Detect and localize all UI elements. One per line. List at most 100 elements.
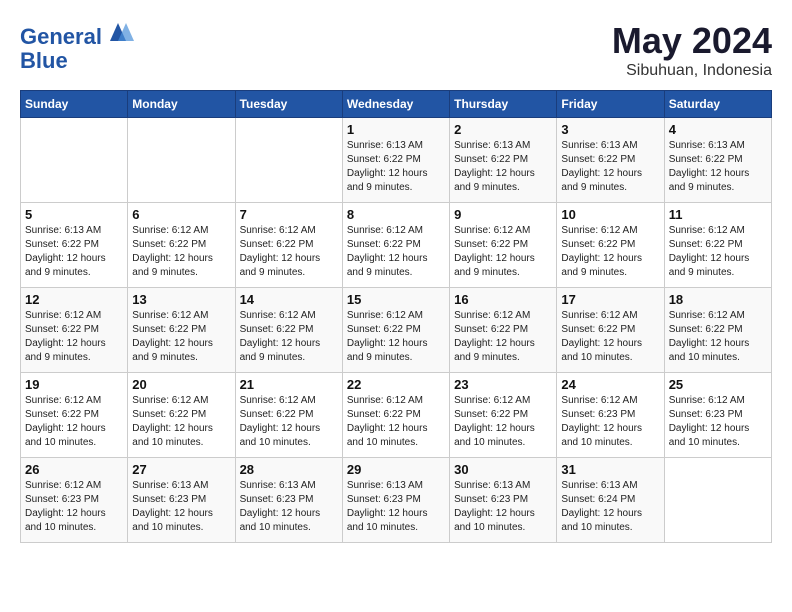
day-number: 13: [132, 292, 230, 307]
day-number: 3: [561, 122, 659, 137]
calendar-cell: 3 Sunrise: 6:13 AM Sunset: 6:22 PM Daylig…: [557, 118, 664, 203]
calendar-cell: 11 Sunrise: 6:12 AM Sunset: 6:22 PM Dayli…: [664, 203, 771, 288]
calendar-week-4: 19 Sunrise: 6:12 AM Sunset: 6:22 PM Dayli…: [21, 373, 772, 458]
day-number: 14: [240, 292, 338, 307]
day-number: 18: [669, 292, 767, 307]
day-info: Sunrise: 6:13 AM Sunset: 6:22 PM Dayligh…: [25, 224, 123, 280]
header-day-sunday: Sunday: [21, 91, 128, 118]
logo-text: General: [20, 20, 134, 49]
day-info: Sunrise: 6:12 AM Sunset: 6:22 PM Dayligh…: [454, 224, 552, 280]
calendar-cell: 27 Sunrise: 6:13 AM Sunset: 6:23 PM Dayli…: [128, 458, 235, 543]
day-number: 16: [454, 292, 552, 307]
day-info: Sunrise: 6:13 AM Sunset: 6:22 PM Dayligh…: [454, 139, 552, 195]
calendar-week-1: 1Sunrise: 6:13 AM Sunset: 6:22 PM Daylig…: [21, 118, 772, 203]
calendar-cell: 12 Sunrise: 6:12 AM Sunset: 6:22 PM Dayli…: [21, 288, 128, 373]
day-number: 21: [240, 377, 338, 392]
calendar-header-row: SundayMondayTuesdayWednesdayThursdayFrid…: [21, 91, 772, 118]
calendar-table: SundayMondayTuesdayWednesdayThursdayFrid…: [20, 90, 772, 543]
day-info: Sunrise: 6:12 AM Sunset: 6:22 PM Dayligh…: [240, 224, 338, 280]
header-day-tuesday: Tuesday: [235, 91, 342, 118]
day-number: 31: [561, 462, 659, 477]
calendar-cell: 26 Sunrise: 6:12 AM Sunset: 6:23 PM Dayli…: [21, 458, 128, 543]
day-number: 29: [347, 462, 445, 477]
day-info: Sunrise: 6:13 AM Sunset: 6:24 PM Dayligh…: [561, 479, 659, 535]
calendar-cell: 6Sunrise: 6:12 AM Sunset: 6:22 PM Daylig…: [128, 203, 235, 288]
calendar-cell: 23Sunrise: 6:12 AM Sunset: 6:22 PM Dayli…: [450, 373, 557, 458]
calendar-cell: [664, 458, 771, 543]
day-info: Sunrise: 6:12 AM Sunset: 6:22 PM Dayligh…: [454, 309, 552, 365]
day-info: Sunrise: 6:12 AM Sunset: 6:22 PM Dayligh…: [240, 309, 338, 365]
day-info: Sunrise: 6:12 AM Sunset: 6:22 PM Dayligh…: [347, 224, 445, 280]
calendar-subtitle: Sibuhuan, Indonesia: [612, 62, 772, 80]
day-info: Sunrise: 6:12 AM Sunset: 6:22 PM Dayligh…: [132, 224, 230, 280]
calendar-cell: 15Sunrise: 6:12 AM Sunset: 6:22 PM Dayli…: [342, 288, 449, 373]
day-info: Sunrise: 6:12 AM Sunset: 6:22 PM Dayligh…: [240, 394, 338, 450]
calendar-cell: [21, 118, 128, 203]
calendar-cell: 31 Sunrise: 6:13 AM Sunset: 6:24 PM Dayli…: [557, 458, 664, 543]
calendar-cell: 16 Sunrise: 6:12 AM Sunset: 6:22 PM Dayli…: [450, 288, 557, 373]
day-info: Sunrise: 6:13 AM Sunset: 6:22 PM Dayligh…: [561, 139, 659, 195]
day-number: 20: [132, 377, 230, 392]
logo-icon: [110, 20, 134, 44]
calendar-cell: 8 Sunrise: 6:12 AM Sunset: 6:22 PM Daylig…: [342, 203, 449, 288]
day-info: Sunrise: 6:12 AM Sunset: 6:22 PM Dayligh…: [669, 224, 767, 280]
header-day-wednesday: Wednesday: [342, 91, 449, 118]
calendar-cell: 5 Sunrise: 6:13 AM Sunset: 6:22 PM Daylig…: [21, 203, 128, 288]
day-info: Sunrise: 6:12 AM Sunset: 6:22 PM Dayligh…: [347, 394, 445, 450]
day-number: 19: [25, 377, 123, 392]
day-number: 25: [669, 377, 767, 392]
day-number: 26: [25, 462, 123, 477]
day-number: 7: [240, 207, 338, 222]
day-info: Sunrise: 6:12 AM Sunset: 6:22 PM Dayligh…: [347, 309, 445, 365]
day-number: 9: [454, 207, 552, 222]
calendar-cell: 20 Sunrise: 6:12 AM Sunset: 6:22 PM Dayli…: [128, 373, 235, 458]
calendar-week-5: 26 Sunrise: 6:12 AM Sunset: 6:23 PM Dayli…: [21, 458, 772, 543]
day-number: 8: [347, 207, 445, 222]
day-number: 30: [454, 462, 552, 477]
day-number: 2: [454, 122, 552, 137]
calendar-title: May 2024: [612, 20, 772, 62]
day-number: 5: [25, 207, 123, 222]
calendar-cell: 2 Sunrise: 6:13 AM Sunset: 6:22 PM Daylig…: [450, 118, 557, 203]
header-day-friday: Friday: [557, 91, 664, 118]
calendar-cell: 19 Sunrise: 6:12 AM Sunset: 6:22 PM Dayli…: [21, 373, 128, 458]
day-number: 28: [240, 462, 338, 477]
day-number: 17: [561, 292, 659, 307]
day-info: Sunrise: 6:12 AM Sunset: 6:22 PM Dayligh…: [132, 309, 230, 365]
calendar-week-3: 12 Sunrise: 6:12 AM Sunset: 6:22 PM Dayli…: [21, 288, 772, 373]
day-info: Sunrise: 6:12 AM Sunset: 6:22 PM Dayligh…: [132, 394, 230, 450]
calendar-cell: [128, 118, 235, 203]
page-header: General Blue May 2024 Sibuhuan, Indonesi…: [20, 20, 772, 80]
day-info: Sunrise: 6:13 AM Sunset: 6:23 PM Dayligh…: [347, 479, 445, 535]
calendar-cell: 10Sunrise: 6:12 AM Sunset: 6:22 PM Dayli…: [557, 203, 664, 288]
day-info: Sunrise: 6:12 AM Sunset: 6:22 PM Dayligh…: [561, 224, 659, 280]
day-number: 23: [454, 377, 552, 392]
calendar-cell: 22 Sunrise: 6:12 AM Sunset: 6:22 PM Dayli…: [342, 373, 449, 458]
day-info: Sunrise: 6:13 AM Sunset: 6:22 PM Dayligh…: [669, 139, 767, 195]
day-number: 11: [669, 207, 767, 222]
calendar-cell: 28 Sunrise: 6:13 AM Sunset: 6:23 PM Dayli…: [235, 458, 342, 543]
day-number: 22: [347, 377, 445, 392]
day-info: Sunrise: 6:12 AM Sunset: 6:23 PM Dayligh…: [669, 394, 767, 450]
header-day-saturday: Saturday: [664, 91, 771, 118]
day-info: Sunrise: 6:13 AM Sunset: 6:23 PM Dayligh…: [454, 479, 552, 535]
calendar-week-2: 5 Sunrise: 6:13 AM Sunset: 6:22 PM Daylig…: [21, 203, 772, 288]
calendar-cell: 14 Sunrise: 6:12 AM Sunset: 6:22 PM Dayli…: [235, 288, 342, 373]
calendar-cell: 17 Sunrise: 6:12 AM Sunset: 6:22 PM Dayli…: [557, 288, 664, 373]
day-info: Sunrise: 6:12 AM Sunset: 6:23 PM Dayligh…: [25, 479, 123, 535]
day-number: 12: [25, 292, 123, 307]
day-info: Sunrise: 6:13 AM Sunset: 6:23 PM Dayligh…: [240, 479, 338, 535]
day-info: Sunrise: 6:13 AM Sunset: 6:23 PM Dayligh…: [132, 479, 230, 535]
day-info: Sunrise: 6:12 AM Sunset: 6:22 PM Dayligh…: [25, 309, 123, 365]
day-info: Sunrise: 6:13 AM Sunset: 6:22 PM Dayligh…: [347, 139, 445, 195]
calendar-cell: 29 Sunrise: 6:13 AM Sunset: 6:23 PM Dayli…: [342, 458, 449, 543]
day-info: Sunrise: 6:12 AM Sunset: 6:22 PM Dayligh…: [561, 309, 659, 365]
calendar-cell: 25 Sunrise: 6:12 AM Sunset: 6:23 PM Dayli…: [664, 373, 771, 458]
calendar-cell: [235, 118, 342, 203]
calendar-cell: 1Sunrise: 6:13 AM Sunset: 6:22 PM Daylig…: [342, 118, 449, 203]
calendar-cell: 24Sunrise: 6:12 AM Sunset: 6:23 PM Dayli…: [557, 373, 664, 458]
calendar-cell: 4Sunrise: 6:13 AM Sunset: 6:22 PM Daylig…: [664, 118, 771, 203]
day-number: 27: [132, 462, 230, 477]
day-info: Sunrise: 6:12 AM Sunset: 6:22 PM Dayligh…: [25, 394, 123, 450]
logo-line2: Blue: [20, 49, 134, 73]
